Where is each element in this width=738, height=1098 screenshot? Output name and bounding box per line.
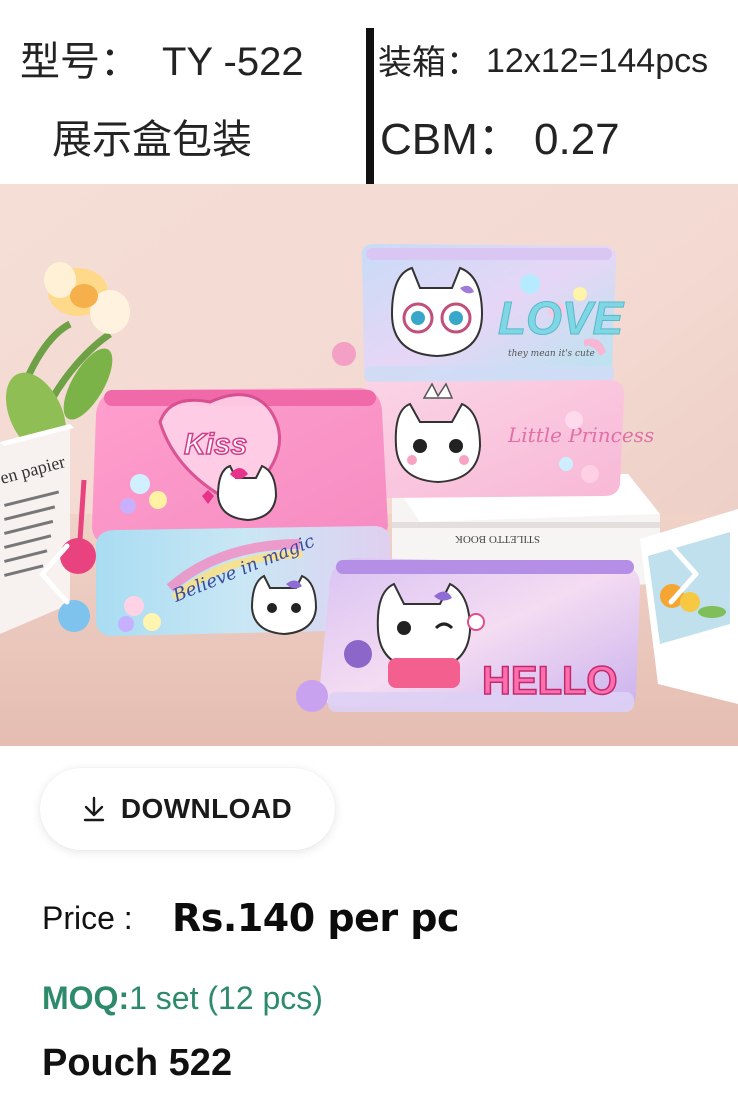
price-value: Rs.140 per pc — [172, 896, 460, 940]
carousel-next-button[interactable] — [662, 542, 706, 606]
svg-text:LOVE: LOVE — [498, 292, 625, 344]
download-icon — [83, 796, 105, 822]
model-value: TY -522 — [162, 40, 304, 84]
svg-text:Kiss: Kiss — [184, 428, 247, 461]
display-box-text: 展示盒包装 — [52, 117, 252, 163]
chevron-left-icon — [39, 543, 70, 605]
pouch-hello: HELLO — [296, 558, 640, 712]
product-image-carousel[interactable]: en papier STILETTO BOOK LOVE they mean i… — [0, 184, 738, 746]
moq-line: MOQ:1 set (12 pcs) — [42, 980, 323, 1017]
svg-text:STILETTO BOOK: STILETTO BOOK — [455, 533, 540, 545]
pouch-love: LOVE they mean it's cute — [332, 244, 625, 382]
cat-face-kiss — [216, 464, 278, 522]
svg-text:HELLO: HELLO — [482, 659, 618, 703]
cbm-label: CBM： — [380, 115, 522, 164]
product-photo: en papier STILETTO BOOK LOVE they mean i… — [0, 184, 738, 746]
download-button-label: DOWNLOAD — [120, 793, 293, 824]
spec-divider — [366, 28, 374, 184]
pouch-princess: Little Princess — [366, 380, 654, 498]
packing-label: 装箱： — [378, 43, 480, 83]
packing-value: 12x12=144pcs — [486, 42, 709, 80]
svg-text:Little Princess: Little Princess — [507, 423, 654, 447]
download-button[interactable]: DOWNLOAD — [40, 768, 335, 850]
carousel-prev-button[interactable] — [32, 542, 76, 606]
chevron-right-icon — [668, 543, 699, 605]
product-name: Pouch 522 — [42, 1042, 233, 1084]
cbm-value: 0.27 — [534, 115, 620, 164]
model-label: 型号： — [20, 39, 140, 85]
svg-text:they mean it's cute: they mean it's cute — [508, 349, 595, 359]
moq-label: MOQ: — [42, 980, 130, 1016]
spec-header: 型号： TY -522 展示盒包装 装箱： 12x12=144pcs CBM： … — [0, 0, 738, 184]
price-label: Price : — [42, 900, 133, 936]
moq-value: 1 set (12 pcs) — [129, 980, 323, 1016]
